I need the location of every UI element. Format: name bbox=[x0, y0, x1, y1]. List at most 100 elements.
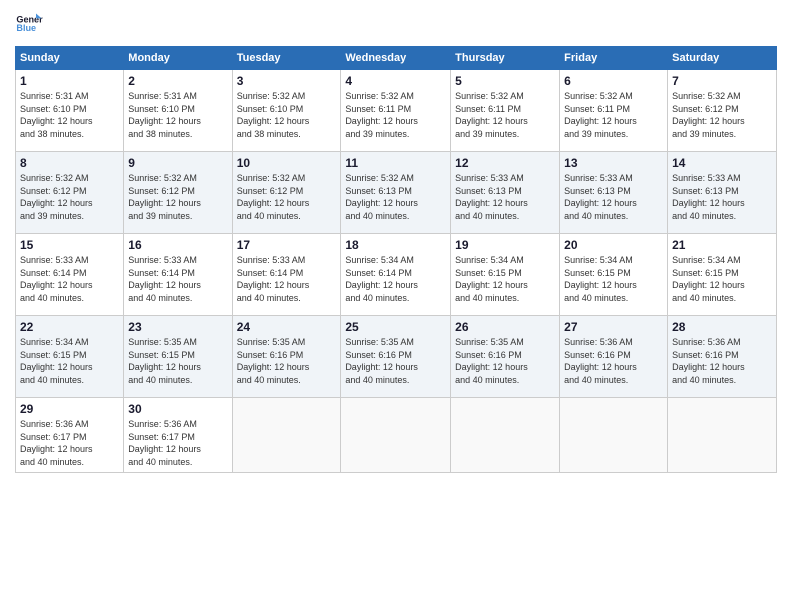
day-info: Sunrise: 5:34 AM Sunset: 6:14 PM Dayligh… bbox=[345, 254, 446, 304]
svg-text:Blue: Blue bbox=[16, 23, 36, 33]
day-number: 18 bbox=[345, 238, 446, 252]
table-row: 7 Sunrise: 5:32 AM Sunset: 6:12 PM Daylig… bbox=[668, 70, 777, 152]
table-row bbox=[341, 398, 451, 473]
col-thursday: Thursday bbox=[451, 47, 560, 70]
day-info: Sunrise: 5:35 AM Sunset: 6:16 PM Dayligh… bbox=[345, 336, 446, 386]
day-info: Sunrise: 5:36 AM Sunset: 6:16 PM Dayligh… bbox=[672, 336, 772, 386]
table-row: 19 Sunrise: 5:34 AM Sunset: 6:15 PM Dayli… bbox=[451, 234, 560, 316]
table-row: 3 Sunrise: 5:32 AM Sunset: 6:10 PM Daylig… bbox=[232, 70, 341, 152]
day-number: 7 bbox=[672, 74, 772, 88]
table-row: 10Sunrise: 5:32 AM Sunset: 6:12 PM Dayli… bbox=[232, 152, 341, 234]
table-row bbox=[451, 398, 560, 473]
day-info: Sunrise: 5:32 AM Sunset: 6:12 PM Dayligh… bbox=[672, 90, 772, 140]
calendar-week-row: 8 Sunrise: 5:32 AM Sunset: 6:12 PM Daylig… bbox=[16, 152, 777, 234]
table-row: 30Sunrise: 5:36 AM Sunset: 6:17 PM Dayli… bbox=[124, 398, 232, 473]
day-number: 16 bbox=[128, 238, 227, 252]
table-row: 14Sunrise: 5:33 AM Sunset: 6:13 PM Dayli… bbox=[668, 152, 777, 234]
day-number: 29 bbox=[20, 402, 119, 416]
day-number: 30 bbox=[128, 402, 227, 416]
table-row: 29 Sunrise: 5:36 AM Sunset: 6:17 PM Dayli… bbox=[16, 398, 124, 473]
day-number: 27 bbox=[564, 320, 663, 334]
table-row: 21 Sunrise: 5:34 AM Sunset: 6:15 PM Dayli… bbox=[668, 234, 777, 316]
table-row: 20 Sunrise: 5:34 AM Sunset: 6:15 PM Dayli… bbox=[560, 234, 668, 316]
day-number: 3 bbox=[237, 74, 337, 88]
table-row: 2 Sunrise: 5:31 AM Sunset: 6:10 PM Daylig… bbox=[124, 70, 232, 152]
day-number: 8 bbox=[20, 156, 119, 170]
table-row: 4 Sunrise: 5:32 AM Sunset: 6:11 PM Daylig… bbox=[341, 70, 451, 152]
table-row: 12 Sunrise: 5:33 AM Sunset: 6:13 PM Dayli… bbox=[451, 152, 560, 234]
day-info: Sunrise: 5:31 AM Sunset: 6:10 PM Dayligh… bbox=[20, 90, 119, 140]
logo-icon: General Blue bbox=[15, 10, 43, 38]
table-row: 25 Sunrise: 5:35 AM Sunset: 6:16 PM Dayli… bbox=[341, 316, 451, 398]
day-number: 5 bbox=[455, 74, 555, 88]
col-wednesday: Wednesday bbox=[341, 47, 451, 70]
day-info: Sunrise: 5:35 AM Sunset: 6:16 PM Dayligh… bbox=[237, 336, 337, 386]
day-info: Sunrise: 5:36 AM Sunset: 6:17 PM Dayligh… bbox=[20, 418, 119, 468]
table-row: 18 Sunrise: 5:34 AM Sunset: 6:14 PM Dayli… bbox=[341, 234, 451, 316]
table-row: 17 Sunrise: 5:33 AM Sunset: 6:14 PM Dayli… bbox=[232, 234, 341, 316]
table-row: 24 Sunrise: 5:35 AM Sunset: 6:16 PM Dayli… bbox=[232, 316, 341, 398]
day-info: Sunrise: 5:33 AM Sunset: 6:13 PM Dayligh… bbox=[564, 172, 663, 222]
day-info: Sunrise: 5:34 AM Sunset: 6:15 PM Dayligh… bbox=[455, 254, 555, 304]
day-number: 2 bbox=[128, 74, 227, 88]
day-info: Sunrise: 5:33 AM Sunset: 6:13 PM Dayligh… bbox=[455, 172, 555, 222]
day-info: Sunrise: 5:33 AM Sunset: 6:13 PM Dayligh… bbox=[672, 172, 772, 222]
day-number: 13 bbox=[564, 156, 663, 170]
day-number: 24 bbox=[237, 320, 337, 334]
day-info: Sunrise: 5:31 AM Sunset: 6:10 PM Dayligh… bbox=[128, 90, 227, 140]
day-info: Sunrise: 5:33 AM Sunset: 6:14 PM Dayligh… bbox=[237, 254, 337, 304]
table-row: 6 Sunrise: 5:32 AM Sunset: 6:11 PM Daylig… bbox=[560, 70, 668, 152]
day-number: 4 bbox=[345, 74, 446, 88]
table-row: 22Sunrise: 5:34 AM Sunset: 6:15 PM Dayli… bbox=[16, 316, 124, 398]
day-info: Sunrise: 5:32 AM Sunset: 6:12 PM Dayligh… bbox=[237, 172, 337, 222]
day-info: Sunrise: 5:35 AM Sunset: 6:16 PM Dayligh… bbox=[455, 336, 555, 386]
day-number: 28 bbox=[672, 320, 772, 334]
day-info: Sunrise: 5:34 AM Sunset: 6:15 PM Dayligh… bbox=[564, 254, 663, 304]
day-number: 1 bbox=[20, 74, 119, 88]
table-row: 15Sunrise: 5:33 AM Sunset: 6:14 PM Dayli… bbox=[16, 234, 124, 316]
calendar-table: Sunday Monday Tuesday Wednesday Thursday… bbox=[15, 46, 777, 473]
table-row: 16Sunrise: 5:33 AM Sunset: 6:14 PM Dayli… bbox=[124, 234, 232, 316]
day-number: 17 bbox=[237, 238, 337, 252]
day-number: 9 bbox=[128, 156, 227, 170]
day-number: 21 bbox=[672, 238, 772, 252]
col-saturday: Saturday bbox=[668, 47, 777, 70]
col-sunday: Sunday bbox=[16, 47, 124, 70]
table-row bbox=[560, 398, 668, 473]
col-tuesday: Tuesday bbox=[232, 47, 341, 70]
table-row: 11Sunrise: 5:32 AM Sunset: 6:13 PM Dayli… bbox=[341, 152, 451, 234]
day-info: Sunrise: 5:34 AM Sunset: 6:15 PM Dayligh… bbox=[672, 254, 772, 304]
day-number: 19 bbox=[455, 238, 555, 252]
table-row: 8Sunrise: 5:32 AM Sunset: 6:12 PM Daylig… bbox=[16, 152, 124, 234]
calendar-week-row: 15 Sunrise: 5:33 AM Sunset: 6:14 PM Dayli… bbox=[16, 234, 777, 316]
col-monday: Monday bbox=[124, 47, 232, 70]
table-row bbox=[232, 398, 341, 473]
day-number: 26 bbox=[455, 320, 555, 334]
calendar-week-row: 22Sunrise: 5:34 AM Sunset: 6:15 PM Dayli… bbox=[16, 316, 777, 398]
calendar-week-row: 1 Sunrise: 5:31 AM Sunset: 6:10 PM Daylig… bbox=[16, 70, 777, 152]
col-friday: Friday bbox=[560, 47, 668, 70]
table-row: 1 Sunrise: 5:31 AM Sunset: 6:10 PM Daylig… bbox=[16, 70, 124, 152]
day-info: Sunrise: 5:32 AM Sunset: 6:10 PM Dayligh… bbox=[237, 90, 337, 140]
day-info: Sunrise: 5:34 AM Sunset: 6:15 PM Dayligh… bbox=[20, 336, 119, 386]
day-number: 11 bbox=[345, 156, 446, 170]
day-number: 12 bbox=[455, 156, 555, 170]
day-number: 25 bbox=[345, 320, 446, 334]
day-number: 6 bbox=[564, 74, 663, 88]
calendar-header-row: Sunday Monday Tuesday Wednesday Thursday… bbox=[16, 47, 777, 70]
day-info: Sunrise: 5:32 AM Sunset: 6:11 PM Dayligh… bbox=[564, 90, 663, 140]
day-number: 20 bbox=[564, 238, 663, 252]
table-row: 9Sunrise: 5:32 AM Sunset: 6:12 PM Daylig… bbox=[124, 152, 232, 234]
table-row: 13 Sunrise: 5:33 AM Sunset: 6:13 PM Dayli… bbox=[560, 152, 668, 234]
day-number: 23 bbox=[128, 320, 227, 334]
table-row: 28 Sunrise: 5:36 AM Sunset: 6:16 PM Dayli… bbox=[668, 316, 777, 398]
day-info: Sunrise: 5:35 AM Sunset: 6:15 PM Dayligh… bbox=[128, 336, 227, 386]
day-info: Sunrise: 5:36 AM Sunset: 6:16 PM Dayligh… bbox=[564, 336, 663, 386]
day-info: Sunrise: 5:32 AM Sunset: 6:11 PM Dayligh… bbox=[345, 90, 446, 140]
table-row: 26 Sunrise: 5:35 AM Sunset: 6:16 PM Dayli… bbox=[451, 316, 560, 398]
table-row: 23 Sunrise: 5:35 AM Sunset: 6:15 PM Dayli… bbox=[124, 316, 232, 398]
table-row: 27 Sunrise: 5:36 AM Sunset: 6:16 PM Dayli… bbox=[560, 316, 668, 398]
table-row: 5Sunrise: 5:32 AM Sunset: 6:11 PM Daylig… bbox=[451, 70, 560, 152]
calendar-page: General Blue Sunday Monday Tuesday Wedne… bbox=[0, 0, 792, 612]
day-number: 15 bbox=[20, 238, 119, 252]
